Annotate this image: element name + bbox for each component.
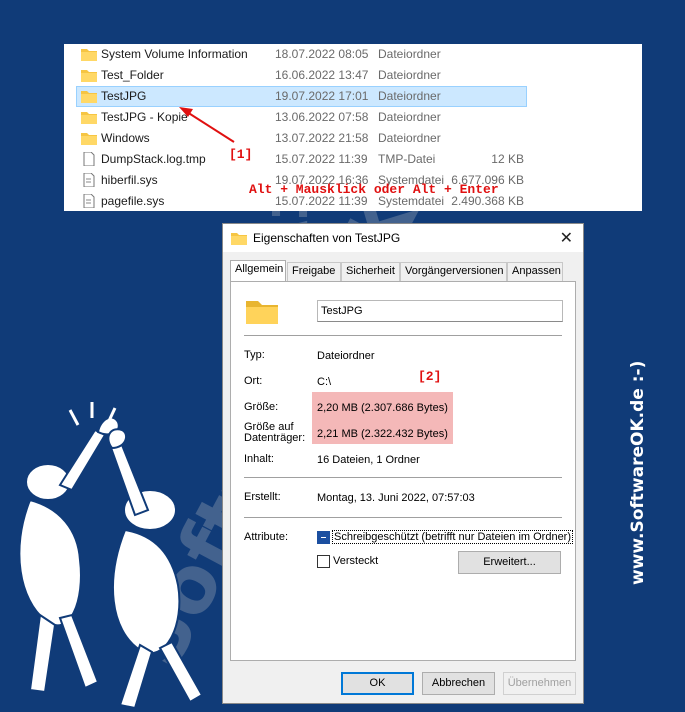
folder-icon bbox=[231, 233, 247, 245]
location-label: Ort: bbox=[244, 375, 263, 387]
content-value: 16 Dateien, 1 Ordner bbox=[317, 454, 420, 466]
created-value: Montag, 13. Juni 2022, 07:57:03 bbox=[317, 492, 475, 504]
tab-vorgaengerversionen[interactable]: Vorgängerversionen bbox=[400, 262, 507, 281]
explorer-file-list: System Volume Information 18.07.2022 08:… bbox=[64, 44, 642, 211]
tab-panel-allgemein: TestJPG Typ: Dateiordner Ort: C:\ [2] Gr… bbox=[230, 281, 576, 661]
type-value: Dateiordner bbox=[317, 350, 375, 362]
shortcut-hint: Alt + Mausklick oder Alt + Enter bbox=[249, 182, 499, 197]
size-label: Größe: bbox=[244, 401, 279, 413]
cartoon-figures-illustration bbox=[18, 402, 204, 710]
close-icon[interactable]: ✕ bbox=[560, 228, 573, 248]
readonly-label-text: Schreibgeschützt (betrifft nur Dateien i… bbox=[332, 530, 574, 544]
folder-name-field[interactable]: TestJPG bbox=[317, 300, 563, 322]
apply-button[interactable]: Übernehmen bbox=[503, 672, 576, 695]
tab-sicherheit[interactable]: Sicherheit bbox=[341, 262, 400, 281]
tab-anpassen[interactable]: Anpassen bbox=[507, 262, 563, 281]
annotation-label-1: [1] bbox=[229, 147, 253, 162]
readonly-checkbox-label[interactable]: Schreibgeschützt (betrifft nur Dateien i… bbox=[332, 530, 574, 544]
divider bbox=[244, 517, 562, 518]
size-on-disk-value: 2,21 MB (2.322.432 Bytes) bbox=[317, 428, 448, 440]
dialog-title: Eigenschaften von TestJPG bbox=[253, 231, 401, 245]
divider bbox=[244, 477, 562, 478]
hidden-checkbox[interactable] bbox=[317, 555, 330, 568]
advanced-button[interactable]: Erweitert... bbox=[458, 551, 561, 574]
size-on-disk-label-line2: Datenträger: bbox=[244, 432, 306, 444]
size-value: 2,20 MB (2.307.686 Bytes) bbox=[317, 402, 448, 414]
properties-dialog: Eigenschaften von TestJPG ✕ Allgemein Fr… bbox=[222, 223, 584, 704]
tab-freigabe[interactable]: Freigabe bbox=[287, 262, 341, 281]
attributes-label: Attribute: bbox=[244, 531, 289, 543]
cancel-button[interactable]: Abbrechen bbox=[422, 672, 495, 695]
divider bbox=[244, 335, 562, 336]
folder-icon bbox=[246, 301, 278, 324]
location-value: C:\ bbox=[317, 376, 332, 388]
hidden-checkbox-label[interactable]: Versteckt bbox=[333, 555, 378, 567]
tab-allgemein[interactable]: Allgemein bbox=[230, 260, 286, 282]
ok-button[interactable]: OK bbox=[341, 672, 414, 695]
readonly-checkbox[interactable] bbox=[317, 531, 330, 544]
content-label: Inhalt: bbox=[244, 453, 274, 465]
side-branding-text: www.SoftwareOK.de :-) bbox=[628, 360, 648, 585]
dialog-titlebar: Eigenschaften von TestJPG ✕ bbox=[223, 224, 583, 252]
created-label: Erstellt: bbox=[244, 491, 281, 503]
annotation-label-2: [2] bbox=[418, 369, 442, 384]
type-label: Typ: bbox=[244, 349, 265, 361]
